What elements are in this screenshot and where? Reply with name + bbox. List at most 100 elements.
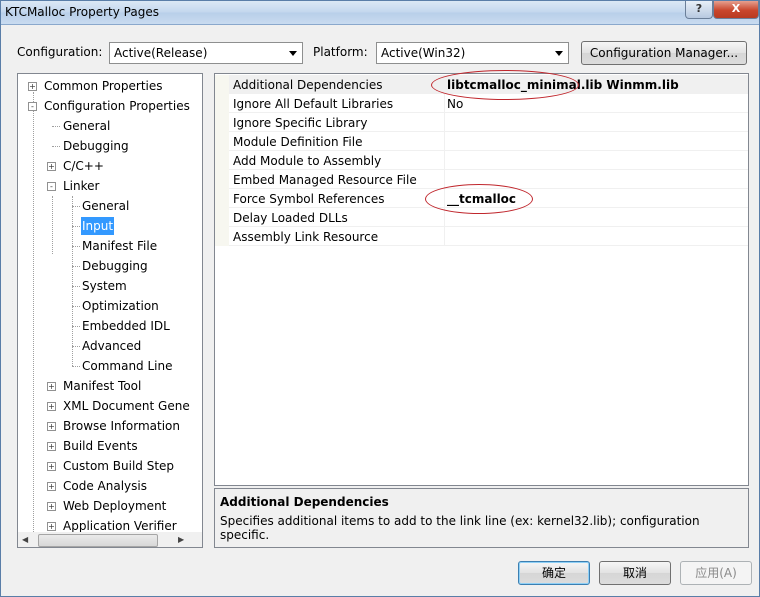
- tree-item-label: Command Line: [82, 359, 173, 373]
- row-gutter: [215, 189, 229, 208]
- tree-connector: [72, 206, 80, 207]
- tree-vertical-scrollbar[interactable]: ▲ ▼: [202, 74, 203, 532]
- property-name: Embed Managed Resource File: [233, 173, 417, 187]
- property-name: Add Module to Assembly: [233, 154, 382, 168]
- expand-icon[interactable]: +: [47, 522, 56, 531]
- expand-icon[interactable]: +: [28, 82, 37, 91]
- tree-item-code-analysis[interactable]: + Code Analysis: [18, 477, 202, 495]
- tree-horizontal-scrollbar[interactable]: ◀ ▶: [18, 532, 202, 547]
- platform-value: Active(Win32): [381, 46, 466, 60]
- tree-item-linker-debugging[interactable]: Debugging: [18, 257, 202, 275]
- tree-item-linker-input[interactable]: Input: [18, 217, 202, 235]
- title-bar: KTCMalloc Property Pages ? X: [1, 1, 759, 25]
- cancel-button[interactable]: 取消: [599, 561, 671, 585]
- property-row-module-definition-file[interactable]: Module Definition File: [215, 132, 748, 151]
- row-gutter: [215, 113, 229, 132]
- window-title: KTCMalloc Property Pages: [5, 5, 159, 19]
- configuration-label: Configuration:: [17, 45, 103, 59]
- chevron-down-icon: [555, 51, 563, 56]
- tree-item-label: Browse Information: [63, 419, 180, 433]
- expand-icon[interactable]: +: [47, 482, 56, 491]
- property-name: Additional Dependencies: [233, 78, 383, 92]
- annotation-ellipse: [425, 184, 533, 214]
- tree-connector: [72, 266, 80, 267]
- collapse-icon[interactable]: -: [28, 102, 37, 111]
- collapse-icon[interactable]: -: [47, 182, 56, 191]
- tree-item-custom-build-step[interactable]: + Custom Build Step: [18, 457, 202, 475]
- tree-item-label: Web Deployment: [63, 499, 167, 513]
- expand-icon[interactable]: +: [47, 382, 56, 391]
- tree-item-label: General: [63, 119, 111, 133]
- platform-select[interactable]: Active(Win32): [376, 42, 569, 64]
- expand-icon[interactable]: +: [47, 422, 56, 431]
- scroll-thumb[interactable]: [38, 534, 158, 547]
- tree-item-c-cpp[interactable]: + C/C++: [18, 157, 202, 175]
- tree-item-label: Optimization: [82, 299, 159, 313]
- tree-item-label: Input: [81, 217, 115, 235]
- property-tree: + Common Properties - Configuration Propert…: [17, 73, 203, 548]
- tree-item-command-line[interactable]: Command Line: [18, 357, 202, 375]
- tree-item-linker[interactable]: - Linker: [18, 177, 202, 195]
- property-row-add-module-to-assembly[interactable]: Add Module to Assembly: [215, 151, 748, 170]
- tree-item-label: Manifest File: [82, 239, 158, 253]
- expand-icon[interactable]: +: [47, 502, 56, 511]
- column-separator: [444, 151, 445, 170]
- tree-item-label: C/C++: [63, 159, 104, 173]
- tree-item-web-deployment[interactable]: + Web Deployment: [18, 497, 202, 515]
- tree-item-configuration-properties[interactable]: - Configuration Properties: [18, 97, 202, 115]
- row-gutter: [215, 227, 229, 246]
- expand-icon[interactable]: +: [47, 402, 56, 411]
- configuration-manager-button[interactable]: Configuration Manager...: [581, 41, 747, 65]
- tree-item-build-events[interactable]: + Build Events: [18, 437, 202, 455]
- property-value[interactable]: No: [447, 97, 463, 111]
- tree-item-optimization[interactable]: Optimization: [18, 297, 202, 315]
- tree-item-debugging[interactable]: Debugging: [18, 137, 202, 155]
- platform-label: Platform:: [313, 45, 368, 59]
- property-name: Force Symbol References: [233, 192, 385, 206]
- row-gutter: [215, 75, 229, 94]
- column-separator: [444, 132, 445, 151]
- row-gutter: [215, 208, 229, 227]
- tree-item-manifest-tool[interactable]: + Manifest Tool: [18, 377, 202, 395]
- tree-connector: [72, 366, 80, 367]
- property-name: Ignore Specific Library: [233, 116, 368, 130]
- tree-item-system[interactable]: System: [18, 277, 202, 295]
- tree-item-manifest-file[interactable]: Manifest File: [18, 237, 202, 255]
- close-button[interactable]: X: [713, 1, 759, 19]
- tree-item-common-properties[interactable]: + Common Properties: [18, 77, 202, 95]
- help-button[interactable]: ?: [685, 1, 713, 19]
- tree-item-browse-information[interactable]: + Browse Information: [18, 417, 202, 435]
- expand-icon[interactable]: +: [47, 462, 56, 471]
- tree-item-label: System: [82, 279, 127, 293]
- property-grid: Additional Dependencies libtcmalloc_minim…: [214, 70, 749, 486]
- property-row-ignore-specific-library[interactable]: Ignore Specific Library: [215, 113, 748, 132]
- tree-item-label: Embedded IDL: [82, 319, 170, 333]
- scroll-left-icon[interactable]: ◀: [22, 535, 28, 544]
- tree-item-label: Code Analysis: [63, 479, 147, 493]
- tree-item-linker-general[interactable]: General: [18, 197, 202, 215]
- tree-connector: [52, 146, 60, 147]
- description-title: Additional Dependencies: [220, 495, 389, 509]
- property-name: Module Definition File: [233, 135, 363, 149]
- tree-item-label: Configuration Properties: [44, 99, 190, 113]
- tree-connector: [72, 246, 80, 247]
- tree-item-embedded-idl[interactable]: Embedded IDL: [18, 317, 202, 335]
- row-gutter: [215, 132, 229, 151]
- scroll-right-icon[interactable]: ▶: [178, 535, 184, 544]
- tree-connector: [72, 226, 80, 227]
- ok-button[interactable]: 确定: [518, 561, 590, 585]
- tree-item-label: Manifest Tool: [63, 379, 142, 393]
- row-gutter: [215, 170, 229, 189]
- tree-item-xml-document-generator[interactable]: + XML Document Gene: [18, 397, 202, 415]
- configuration-select[interactable]: Active(Release): [109, 42, 303, 64]
- property-row-assembly-link-resource[interactable]: Assembly Link Resource: [215, 227, 748, 246]
- expand-icon[interactable]: +: [47, 442, 56, 451]
- tree-item-label: XML Document Gene: [63, 399, 190, 413]
- tree-item-label: Debugging: [82, 259, 148, 273]
- tree-item-general[interactable]: General: [18, 117, 202, 135]
- expand-icon[interactable]: +: [47, 162, 56, 171]
- tree-item-advanced[interactable]: Advanced: [18, 337, 202, 355]
- apply-button[interactable]: 应用(A): [680, 561, 752, 585]
- property-name: Delay Loaded DLLs: [233, 211, 348, 225]
- column-separator: [444, 170, 445, 189]
